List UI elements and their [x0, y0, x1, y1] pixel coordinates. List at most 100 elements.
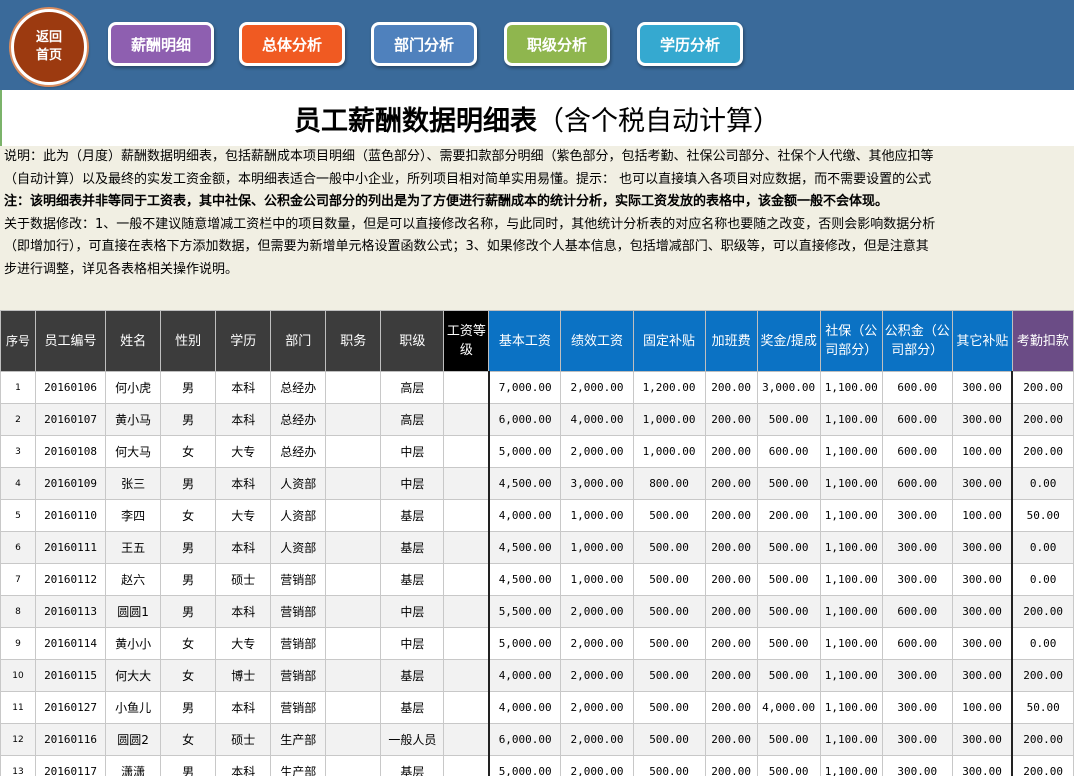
- table-cell[interactable]: 600.00: [881, 595, 953, 628]
- table-cell[interactable]: 本科: [215, 467, 272, 500]
- table-cell[interactable]: 600.00: [881, 403, 953, 436]
- table-cell[interactable]: 500.00: [756, 627, 821, 660]
- table-cell[interactable]: 1,000.00: [632, 403, 706, 436]
- table-row[interactable]: 8 20160113 圆圆1 男本科 营销部 中层 5,500.00 2,000.00 500.…: [0, 595, 1074, 628]
- table-cell[interactable]: 1,100.00: [819, 563, 883, 596]
- table-cell[interactable]: 本科: [215, 691, 272, 724]
- department-analysis-button[interactable]: 部门分析: [371, 22, 477, 66]
- table-cell[interactable]: 本科: [215, 595, 272, 628]
- table-cell[interactable]: 营销部: [270, 563, 327, 596]
- table-cell[interactable]: 500.00: [632, 531, 706, 564]
- table-cell[interactable]: 200.00: [704, 659, 758, 692]
- home-button[interactable]: 返回 首页: [11, 9, 87, 85]
- column-header[interactable]: 姓名: [105, 310, 162, 372]
- overall-analysis-button[interactable]: 总体分析: [239, 22, 345, 66]
- table-cell[interactable]: [325, 499, 382, 532]
- table-cell[interactable]: 本科: [215, 531, 272, 564]
- table-cell[interactable]: 1,100.00: [819, 627, 883, 660]
- table-cell[interactable]: 1,100.00: [819, 467, 883, 500]
- table-cell[interactable]: 1,100.00: [819, 531, 883, 564]
- table-cell[interactable]: 500.00: [756, 467, 821, 500]
- table-row[interactable]: 1 20160106 何小虎男本科 总经办 高层 7,000.00 2,000.00 1,20…: [0, 371, 1074, 404]
- table-cell[interactable]: 总经办: [270, 435, 327, 468]
- table-cell[interactable]: 500.00: [756, 755, 821, 776]
- table-cell[interactable]: [325, 531, 382, 564]
- table-cell[interactable]: 圆圆1: [105, 595, 162, 628]
- table-cell[interactable]: 男: [160, 403, 217, 436]
- table-cell[interactable]: [443, 659, 490, 692]
- table-cell[interactable]: 博士: [215, 659, 272, 692]
- table-cell[interactable]: 王五: [105, 531, 162, 564]
- table-cell[interactable]: 600.00: [756, 435, 821, 468]
- table-row[interactable]: 2 20160107 黄小马男本科 总经办 高层 6,000.00 4,000.00 1,00…: [0, 403, 1074, 436]
- column-header[interactable]: 考勤扣款: [1011, 310, 1074, 372]
- column-header[interactable]: 学历: [215, 310, 272, 372]
- table-cell[interactable]: 2,000.00: [560, 595, 634, 628]
- table-cell[interactable]: 500.00: [632, 627, 706, 660]
- table-cell[interactable]: 高层: [380, 371, 445, 404]
- table-cell[interactable]: 2,000.00: [560, 723, 634, 756]
- table-row[interactable]: 13 20160117 潇潇男本科 生产部 基层 5,000.00 2,000.00 500.…: [0, 755, 1074, 776]
- table-cell[interactable]: 潇潇: [105, 755, 162, 776]
- rank-analysis-button[interactable]: 职级分析: [504, 22, 610, 66]
- table-cell[interactable]: 200.00: [1011, 403, 1074, 436]
- table-cell[interactable]: 1,100.00: [819, 403, 883, 436]
- table-cell[interactable]: 20160108: [35, 435, 107, 468]
- table-cell[interactable]: 1,100.00: [819, 755, 883, 776]
- table-cell[interactable]: 中层: [380, 595, 445, 628]
- table-cell[interactable]: 4: [0, 467, 37, 500]
- table-cell[interactable]: [443, 627, 490, 660]
- table-cell[interactable]: 女: [160, 627, 217, 660]
- table-cell[interactable]: 20160117: [35, 755, 107, 776]
- table-cell[interactable]: 600.00: [881, 627, 953, 660]
- table-cell[interactable]: 100.00: [951, 499, 1013, 532]
- table-cell[interactable]: 基层: [380, 563, 445, 596]
- column-header[interactable]: 职务: [325, 310, 382, 372]
- table-cell[interactable]: 200.00: [704, 691, 758, 724]
- column-header[interactable]: 职级: [380, 310, 445, 372]
- table-cell[interactable]: 总经办: [270, 403, 327, 436]
- table-cell[interactable]: [325, 403, 382, 436]
- table-cell[interactable]: [325, 371, 382, 404]
- table-cell[interactable]: 6,000.00: [487, 403, 562, 436]
- table-cell[interactable]: 5,000.00: [487, 755, 562, 776]
- table-cell[interactable]: 赵六: [105, 563, 162, 596]
- table-cell[interactable]: 300.00: [951, 595, 1013, 628]
- table-cell[interactable]: 硕士: [215, 563, 272, 596]
- table-cell[interactable]: 100.00: [951, 435, 1013, 468]
- table-cell[interactable]: 7,000.00: [487, 371, 562, 404]
- table-cell[interactable]: 基层: [380, 659, 445, 692]
- table-cell[interactable]: 500.00: [756, 723, 821, 756]
- table-cell[interactable]: 200.00: [704, 531, 758, 564]
- table-cell[interactable]: 20160107: [35, 403, 107, 436]
- table-cell[interactable]: 500.00: [756, 659, 821, 692]
- table-cell[interactable]: 4,500.00: [487, 563, 562, 596]
- table-cell[interactable]: 何大马: [105, 435, 162, 468]
- table-cell[interactable]: 300.00: [881, 499, 953, 532]
- table-cell[interactable]: 圆圆2: [105, 723, 162, 756]
- table-cell[interactable]: 300.00: [951, 467, 1013, 500]
- table-cell[interactable]: 2,000.00: [560, 627, 634, 660]
- table-cell[interactable]: [325, 467, 382, 500]
- table-cell[interactable]: 1,100.00: [819, 595, 883, 628]
- education-analysis-button[interactable]: 学历分析: [637, 22, 743, 66]
- table-cell[interactable]: 300.00: [881, 691, 953, 724]
- table-cell[interactable]: 4,500.00: [487, 467, 562, 500]
- table-cell[interactable]: 100.00: [951, 691, 1013, 724]
- table-cell[interactable]: 1,200.00: [632, 371, 706, 404]
- table-cell[interactable]: 女: [160, 723, 217, 756]
- table-cell[interactable]: 男: [160, 531, 217, 564]
- table-cell[interactable]: 4,000.00: [487, 499, 562, 532]
- table-cell[interactable]: 1,000.00: [560, 563, 634, 596]
- table-cell[interactable]: 本科: [215, 755, 272, 776]
- table-cell[interactable]: 中层: [380, 467, 445, 500]
- table-cell[interactable]: 300.00: [881, 755, 953, 776]
- table-cell[interactable]: 300.00: [951, 531, 1013, 564]
- table-cell[interactable]: 10: [0, 659, 37, 692]
- table-cell[interactable]: [325, 755, 382, 776]
- table-cell[interactable]: 200.00: [1011, 595, 1074, 628]
- table-cell[interactable]: 2,000.00: [560, 691, 634, 724]
- table-cell[interactable]: 20160127: [35, 691, 107, 724]
- table-cell[interactable]: 男: [160, 691, 217, 724]
- table-cell[interactable]: 男: [160, 371, 217, 404]
